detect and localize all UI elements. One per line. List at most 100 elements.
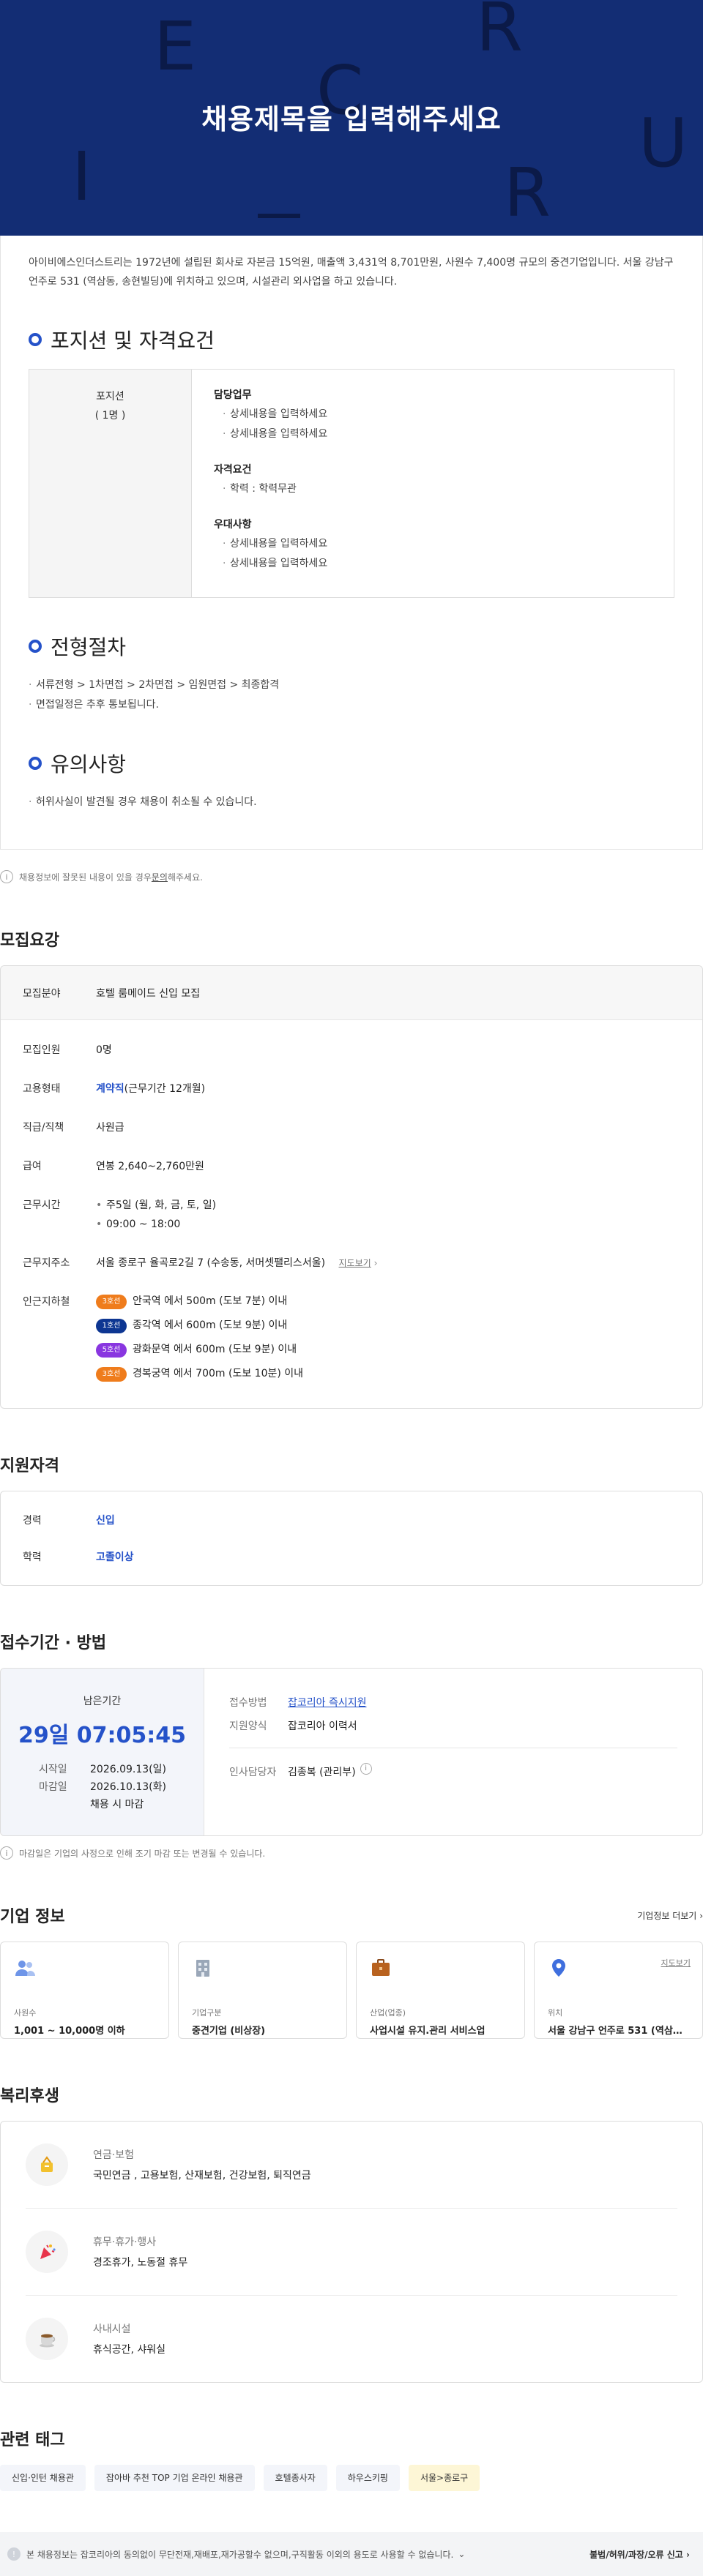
position-name: 포지션 [96,391,124,402]
company-card-label: 사원수 [14,2008,37,2018]
apply-card: 남은기간 29일 07:05:45 시작일 2026.09.13(일) 마감일 … [0,1668,703,1836]
notes-heading-text: 유의사항 [51,752,127,776]
stations-row: 인근지하철 3호선 안국역 에서 500m (도보 7분) 이내 1호선 종각역 에… [23,1292,680,1386]
deadline-notice: i 마감일은 기업의 사정으로 인해 조기 마감 또는 변경될 수 있습니다. [0,1846,703,1860]
preference-item: 상세내용을 입력하세요 [214,554,652,574]
salary-label: 급여 [23,1161,42,1172]
chevron-right-icon: › [686,2549,690,2560]
hero-bg-letter: R [476,0,523,67]
company-card-label: 위치 [548,2008,563,2018]
subway-line-badge: 3호선 [96,1366,127,1382]
station-item: 1호선 종각역 에서 600m (도보 9분) 이내 [96,1314,303,1338]
start-label: 시작일 [39,1764,67,1775]
preference-item: 상세내용을 입력하세요 [214,534,652,554]
education-row: 학력 고졸이상 [1,1538,702,1575]
hero-bg-letter: E [154,7,197,86]
tag-list: 신입·인턴 채용관 잡아바 추천 TOP 기업 온라인 채용관 호텔종사자 하우… [0,2465,703,2491]
process-heading-text: 전형절차 [51,635,127,659]
company-header: 기업 정보 기업정보 더보기 › [0,1903,703,1927]
employment-type-value: 계약직 [96,1083,124,1095]
hero-bg-bar [258,214,300,218]
station-text: 안국역 에서 500m (도보 7분) 이내 [133,1295,288,1307]
chevron-right-icon: › [699,1910,703,1921]
location-map-link[interactable]: 지도보기 [661,1957,691,1969]
party-popper-icon [26,2231,68,2273]
chevron-right-icon: › [373,1258,378,1268]
remain-label: 남은기간 [83,1696,122,1707]
field-row: 모집분야 호텔 룸메이드 신입 모집 [1,966,702,1020]
hero-banner: E R C U R I 채용제목을 입력해주세요 [0,0,703,236]
report-text-post: 해주세요. [167,872,203,883]
countdown-timer: 29일 07:05:45 [18,1723,187,1748]
welfare-title: 연금·보험 [93,2149,134,2161]
salary-value: 연봉 2,640~2,760만원 [96,1161,204,1172]
employment-type-label: 고용형태 [23,1083,61,1095]
rank-row: 직급/직책 사원급 [23,1118,680,1137]
tag-item[interactable]: 신입·인턴 채용관 [0,2465,86,2491]
tag-item[interactable]: 서울>종로구 [408,2465,480,2491]
welfare-item: 휴무·휴가·행사 경조휴가, 노동절 휴무 [26,2209,677,2296]
job-posting-page: E R C U R I 채용제목을 입력해주세요 아이비에스인더스트리는 197… [0,0,703,2576]
notes-list: 허위사실이 발견될 경우 채용이 취소될 수 있습니다. [29,793,674,812]
manager-row: 인사담당자 김종복 (관리부) i [229,1763,677,1782]
report-error-link[interactable]: 불법/허위/과장/오류 신고 › [589,2548,690,2561]
station-item: 5호선 광화문역 에서 600m (도보 9분) 이내 [96,1338,303,1362]
company-card-label: 기업구분 [192,2008,222,2018]
copyright-notice[interactable]: ! 본 채용정보는 잡코리아의 동의없이 무단전재,재배포,재가공할수 없으며,… [7,2547,465,2561]
company-heading: 기업 정보 [0,1908,65,1926]
tag-item[interactable]: 호텔종사자 [263,2465,327,2491]
tag-item[interactable]: 하우스키핑 [335,2465,400,2491]
requirement-item: 학력 : 학력무관 [214,479,652,499]
career-value: 신입 [96,1515,115,1527]
station-text: 경복궁역 에서 700m (도보 10분) 이내 [133,1368,304,1379]
requirements-heading: 모집요강 [0,932,59,950]
station-item: 3호선 안국역 에서 500m (도보 7분) 이내 [96,1289,303,1314]
report-notice: i 채용정보에 잘못된 내용이 있을 경우 문의 해주세요. [0,870,703,883]
job-detail-content: 아이비에스인더스트리는 1972년에 설립된 회사로 자본금 15억원, 매출액… [0,236,703,850]
process-item: 서류전형 > 1차면접 > 2차면접 > 임원면접 > 최종합격 [29,675,674,695]
duty-item: 상세내용을 입력하세요 [214,424,652,444]
form-row: 지원양식 잡코리아 이력서 [229,1717,677,1736]
company-card-employees: 사원수 1,001 ~ 10,000명 이하 [0,1942,169,2039]
duties-title: 담당업무 [214,389,252,401]
start-date-row: 시작일 2026.09.13(일) [1,1761,204,1778]
hours-label: 근무시간 [23,1199,61,1211]
briefcase-icon [372,1959,390,1976]
qualification-heading: 지원자격 [0,1457,59,1475]
map-link[interactable]: 지도보기 [339,1258,371,1268]
address-value: 서울 종로구 율곡로2길 7 (수송동, 서머셋팰리스서울) [96,1257,326,1269]
report-link[interactable]: 문의 [152,871,168,883]
welfare-title: 사내시설 [93,2324,131,2335]
company-card-type: 기업구분 중견기업 (비상장) [178,1942,347,2039]
form-label: 지원양식 [229,1721,267,1732]
pension-icon [26,2143,68,2186]
education-value: 고졸이상 [96,1551,134,1563]
duty-item: 상세내용을 입력하세요 [214,405,652,424]
company-card-location: 지도보기 위치 서울 강남구 언주로 531 (역삼동, 송현빌딩) [534,1942,703,2039]
welfare-heading: 복리후생 [0,2087,59,2105]
method-row: 접수방법 잡코리아 즉시지원 [229,1693,677,1712]
info-icon[interactable]: i [360,1763,372,1775]
hours-item: 주5일 (월, 화, 금, 토, 일) [96,1196,216,1215]
end-label: 마감일 [39,1781,67,1793]
process-list: 서류전형 > 1차면접 > 2차면접 > 임원면접 > 최종합격 면접일정은 추… [29,675,674,715]
info-icon: i [0,1846,13,1860]
requirements-title: 자격요건 [214,464,252,476]
position-heading: 포지션 및 자격요건 [29,325,674,354]
apply-method: 접수방법 잡코리아 즉시지원 지원양식 잡코리아 이력서 인사담당자 김종복 (… [204,1669,702,1835]
company-more-link[interactable]: 기업정보 더보기 › [637,1909,703,1922]
hours-row: 근무시간 주5일 (월, 화, 금, 토, 일) 09:00 ~ 18:00 [23,1196,680,1234]
career-label: 경력 [23,1515,42,1527]
location-pin-icon [552,1959,565,1977]
tag-item[interactable]: 잡아바 추천 TOP 기업 온라인 채용관 [94,2465,255,2491]
requirements-group: 자격요건 학력 : 학력무관 [214,462,652,499]
quick-apply-link[interactable]: 잡코리아 즉시지원 [288,1693,367,1712]
field-value: 호텔 룸메이드 신입 모집 [96,987,201,1000]
process-heading: 전형절차 [29,632,674,661]
circle-bullet-icon [29,757,42,770]
preferences-title: 우대사항 [214,519,252,531]
manager-value: 김종복 (관리부) [288,1767,356,1778]
duties-group: 담당업무 상세내용을 입력하세요 상세내용을 입력하세요 [214,387,652,444]
circle-bullet-icon [29,333,42,346]
company-card-label: 산업(업종) [370,2008,406,2018]
